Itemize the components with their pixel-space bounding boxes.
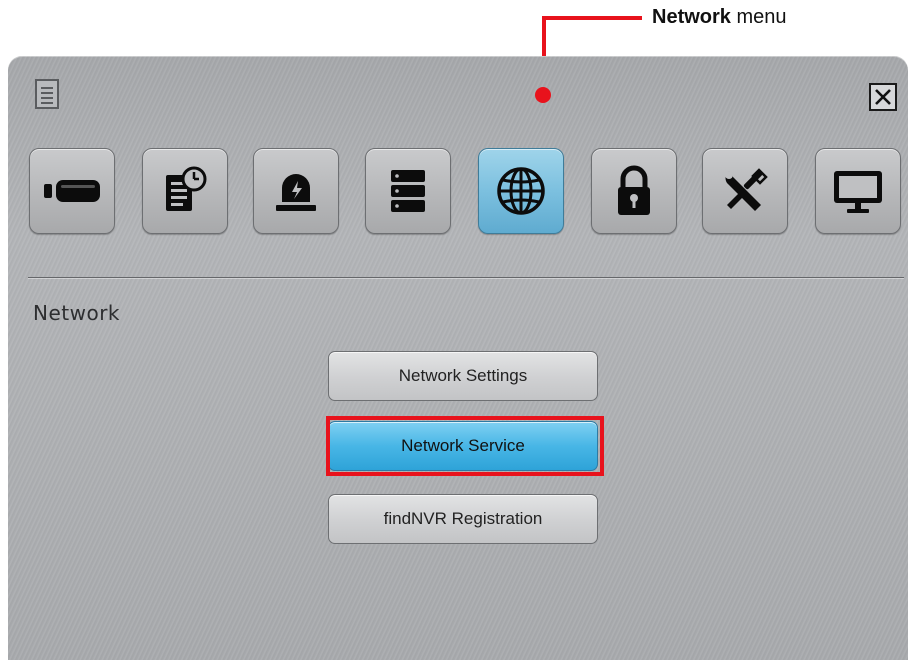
close-x-icon — [875, 89, 891, 105]
tool-event-alarm[interactable] — [253, 148, 339, 234]
padlock-icon — [618, 165, 650, 215]
settings-panel: Network Network Settings Network Service… — [8, 56, 908, 660]
document-list-icon[interactable] — [34, 78, 62, 112]
wrench-screwdriver-icon — [725, 168, 768, 211]
callout-label: Network menu — [652, 6, 787, 29]
monitor-icon — [834, 171, 882, 213]
callout-line — [542, 16, 642, 20]
server-stack-icon — [391, 170, 425, 212]
section-divider — [28, 277, 904, 278]
network-settings-button[interactable]: Network Settings — [328, 351, 598, 401]
tool-system-tools[interactable] — [702, 148, 788, 234]
tool-record-schedule[interactable] — [142, 148, 228, 234]
tool-security[interactable] — [591, 148, 677, 234]
callout-dot — [535, 87, 551, 103]
tool-display[interactable] — [815, 148, 901, 234]
section-title: Network — [33, 301, 121, 325]
globe-icon — [497, 167, 545, 215]
camera-icon — [44, 180, 100, 202]
findnvr-registration-button[interactable]: findNVR Registration — [328, 494, 598, 544]
alarm-light-icon — [276, 174, 316, 211]
category-toolbar — [8, 148, 908, 238]
highlight-box — [326, 416, 604, 476]
document-clock-icon — [166, 166, 207, 211]
tool-camera[interactable] — [29, 148, 115, 234]
close-button[interactable] — [869, 83, 897, 111]
callout-label-bold: Network — [652, 6, 731, 28]
tool-storage[interactable] — [365, 148, 451, 234]
tool-network[interactable] — [478, 148, 564, 234]
callout-label-rest: menu — [730, 6, 787, 28]
